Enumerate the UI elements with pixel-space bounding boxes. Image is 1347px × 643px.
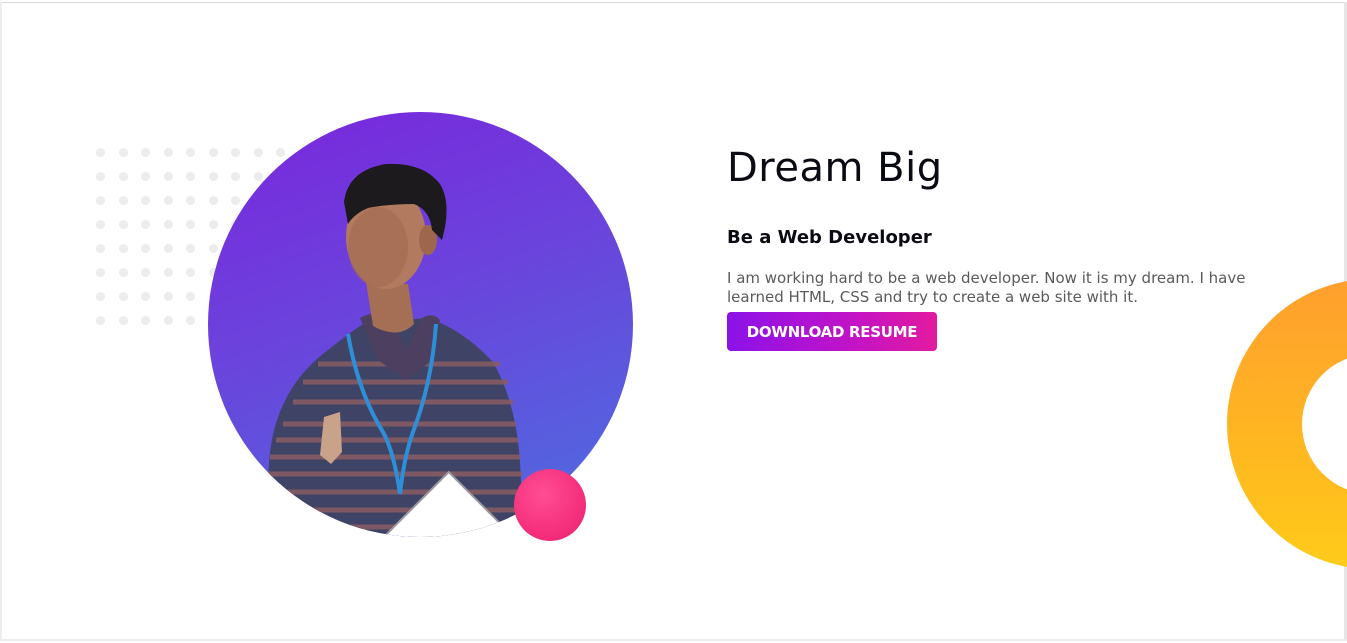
left-divider xyxy=(0,2,2,639)
hero-subtitle: Be a Web Developer xyxy=(727,227,932,248)
top-divider xyxy=(0,2,1347,3)
person-photo-icon xyxy=(263,163,524,537)
bottom-divider xyxy=(0,639,1347,641)
hero-title: Dream Big xyxy=(727,145,943,191)
profile-portrait xyxy=(208,112,633,537)
hero-description: I am working hard to be a web developer.… xyxy=(727,269,1246,306)
download-resume-button[interactable]: DOWNLOAD RESUME xyxy=(727,312,937,351)
pink-circle-decoration xyxy=(514,469,586,541)
orange-ring-decoration xyxy=(1227,279,1347,569)
ring-hole xyxy=(1302,354,1347,494)
hero-section: Dream Big Be a Web Developer I am workin… xyxy=(0,0,1347,643)
